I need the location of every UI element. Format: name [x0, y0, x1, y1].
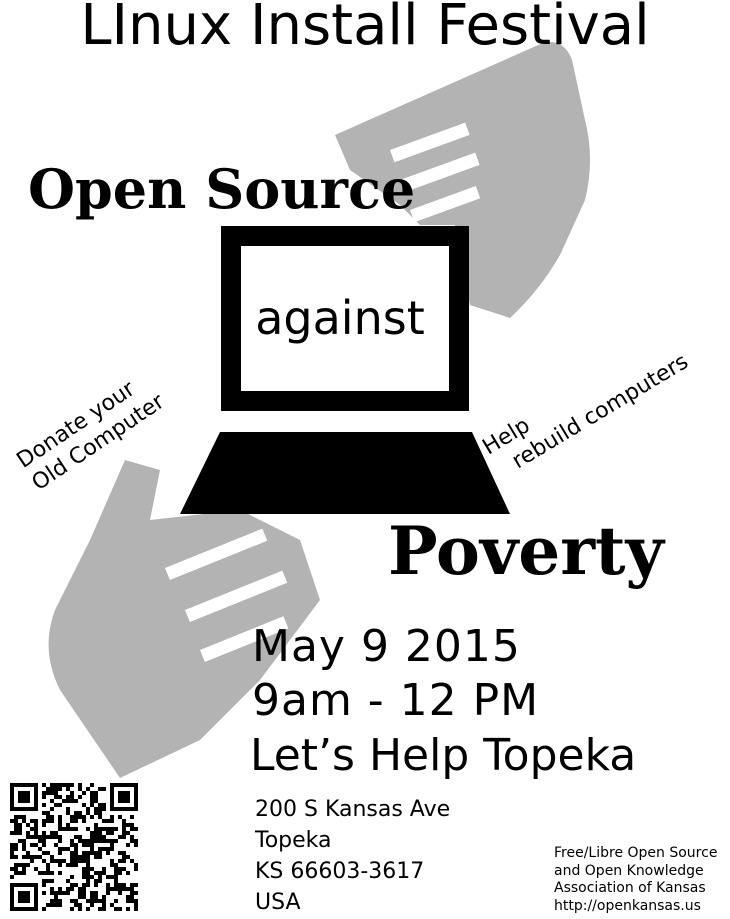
- headline-bottom: Poverty: [388, 512, 664, 590]
- poster-title: LInux Install Festival: [80, 0, 650, 58]
- event-venue: Let’s Help Topeka: [250, 730, 637, 781]
- org-line: http://openkansas.us: [554, 897, 701, 914]
- donate-text: Donate your Old Computer: [12, 366, 170, 497]
- headline-top: Open Source: [28, 157, 416, 221]
- organization-block: Free/Libre Open Source and Open Knowledg…: [554, 845, 717, 915]
- address-block: 200 S Kansas Ave Topeka KS 66603-3617 US…: [255, 794, 450, 918]
- org-line: Association of Kansas: [554, 880, 706, 896]
- address-line: USA: [255, 890, 301, 915]
- event-time: 9am - 12 PM: [252, 675, 540, 726]
- address-line: Topeka: [255, 828, 332, 853]
- qr-code-icon: [10, 783, 138, 911]
- address-line: KS 66603-3617: [255, 859, 425, 884]
- laptop-icon: [180, 226, 510, 514]
- help-text: Help rebuild computers: [478, 325, 693, 484]
- org-line: and Open Knowledge: [554, 862, 704, 879]
- address-line: 200 S Kansas Ave: [255, 797, 451, 822]
- org-line: Free/Libre Open Source: [554, 845, 718, 861]
- event-date: May 9 2015: [252, 621, 521, 672]
- screen-word: against: [255, 291, 425, 345]
